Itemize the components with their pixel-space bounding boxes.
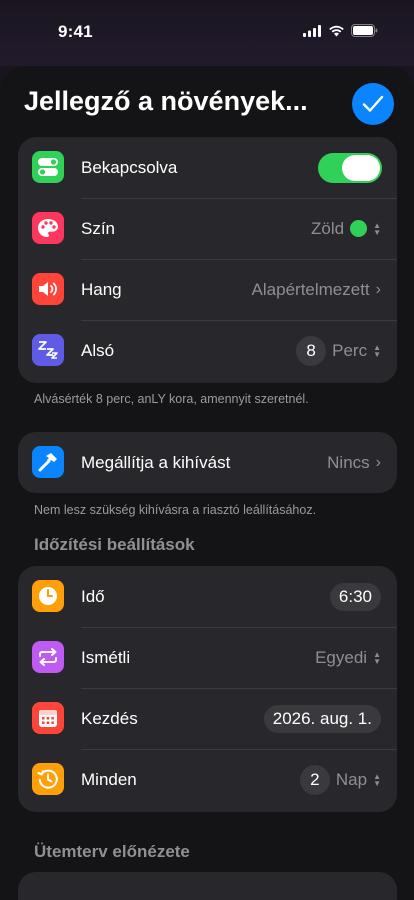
checkmark-icon bbox=[362, 95, 384, 112]
repeat-label: Ismétli bbox=[81, 647, 131, 667]
every-label: Minden bbox=[81, 769, 137, 789]
snooze-number[interactable]: 8 bbox=[296, 335, 327, 366]
updown-chevron-icon: ▲ ▼ bbox=[373, 771, 381, 788]
status-time: 9:41 bbox=[58, 22, 93, 41]
challenge-label: Megállítja a kihívást bbox=[81, 452, 231, 472]
snooze-unit[interactable]: Perc bbox=[332, 341, 367, 361]
row-start[interactable]: Kezdés 2026. aug. 1. bbox=[18, 688, 397, 749]
calendar-icon bbox=[32, 702, 64, 734]
history-icon bbox=[32, 763, 64, 795]
row-time[interactable]: Idő 6:30 bbox=[18, 566, 397, 627]
enabled-label: Bekapcsolva bbox=[81, 157, 178, 177]
chevron-right-icon: › bbox=[375, 453, 381, 471]
battery-icon bbox=[351, 24, 378, 37]
updown-chevron-icon: ▲ ▼ bbox=[373, 342, 381, 359]
row-sound[interactable]: Hang Alapértelmezett › bbox=[18, 259, 397, 320]
preview-section-header: Ütemterv előnézete bbox=[34, 842, 190, 861]
wifi-icon bbox=[329, 25, 344, 36]
chevron-right-icon: › bbox=[375, 280, 381, 298]
challenge-value: Nincs bbox=[327, 452, 370, 472]
timing-section-header: Időzítési beállítások bbox=[34, 535, 195, 554]
status-bar: 9:41 bbox=[0, 0, 414, 66]
row-enabled: Bekapcsolva bbox=[18, 137, 397, 198]
time-value[interactable]: 6:30 bbox=[329, 582, 381, 611]
start-date-value[interactable]: 2026. aug. 1. bbox=[263, 704, 381, 733]
palette-icon bbox=[32, 212, 64, 244]
time-label: Idő bbox=[81, 586, 105, 606]
repeat-icon bbox=[32, 641, 64, 673]
challenge-group: Megállítja a kihívást Nincs › bbox=[18, 432, 397, 493]
main-settings-group: Bekapcsolva Szín Zöld ▲ ▼ Hang Alapértel… bbox=[18, 137, 397, 383]
toggle-icon bbox=[32, 151, 64, 183]
row-challenge[interactable]: Megállítja a kihívást Nincs › bbox=[18, 432, 397, 493]
page-title: Jellegző a növények... bbox=[24, 86, 308, 116]
confirm-button[interactable] bbox=[352, 83, 394, 125]
sleep-icon bbox=[32, 334, 64, 366]
schedule-preview-group bbox=[18, 872, 397, 900]
start-label: Kezdés bbox=[81, 708, 138, 728]
updown-chevron-icon: ▲ ▼ bbox=[373, 649, 381, 666]
hammer-icon bbox=[32, 446, 64, 478]
every-unit[interactable]: Nap bbox=[336, 770, 367, 790]
updown-chevron-icon: ▲ ▼ bbox=[373, 220, 381, 237]
row-repeat[interactable]: Ismétli Egyedi ▲ ▼ bbox=[18, 627, 397, 688]
sound-label: Hang bbox=[81, 279, 122, 299]
row-every: Minden 2 Nap ▲ ▼ bbox=[18, 749, 397, 810]
row-snooze: Alsó 8 Perc ▲ ▼ bbox=[18, 320, 397, 381]
snooze-label: Alsó bbox=[81, 340, 115, 360]
color-swatch bbox=[350, 220, 368, 237]
every-number[interactable]: 2 bbox=[299, 764, 330, 795]
status-icons bbox=[303, 24, 378, 37]
clock-icon bbox=[32, 580, 64, 612]
speaker-icon bbox=[32, 273, 64, 305]
snooze-footnote: Alvásérték 8 perc, anLY kora, amennyit s… bbox=[34, 392, 309, 406]
alarm-editor-sheet: Jellegző a növények... Bekapcsolva Szín … bbox=[0, 66, 414, 900]
enabled-toggle[interactable] bbox=[318, 152, 382, 183]
repeat-value: Egyedi bbox=[315, 647, 368, 667]
sound-value: Alapértelmezett bbox=[251, 279, 370, 299]
challenge-footnote: Nem lesz szükség kihívásra a riasztó leá… bbox=[34, 503, 317, 517]
timing-group: Idő 6:30 Ismétli Egyedi ▲ ▼ Kezdés 2026.… bbox=[18, 566, 397, 812]
cellular-signal-icon bbox=[303, 24, 321, 37]
color-value: Zöld bbox=[311, 218, 345, 238]
row-color[interactable]: Szín Zöld ▲ ▼ bbox=[18, 198, 397, 259]
color-label: Szín bbox=[81, 218, 116, 238]
